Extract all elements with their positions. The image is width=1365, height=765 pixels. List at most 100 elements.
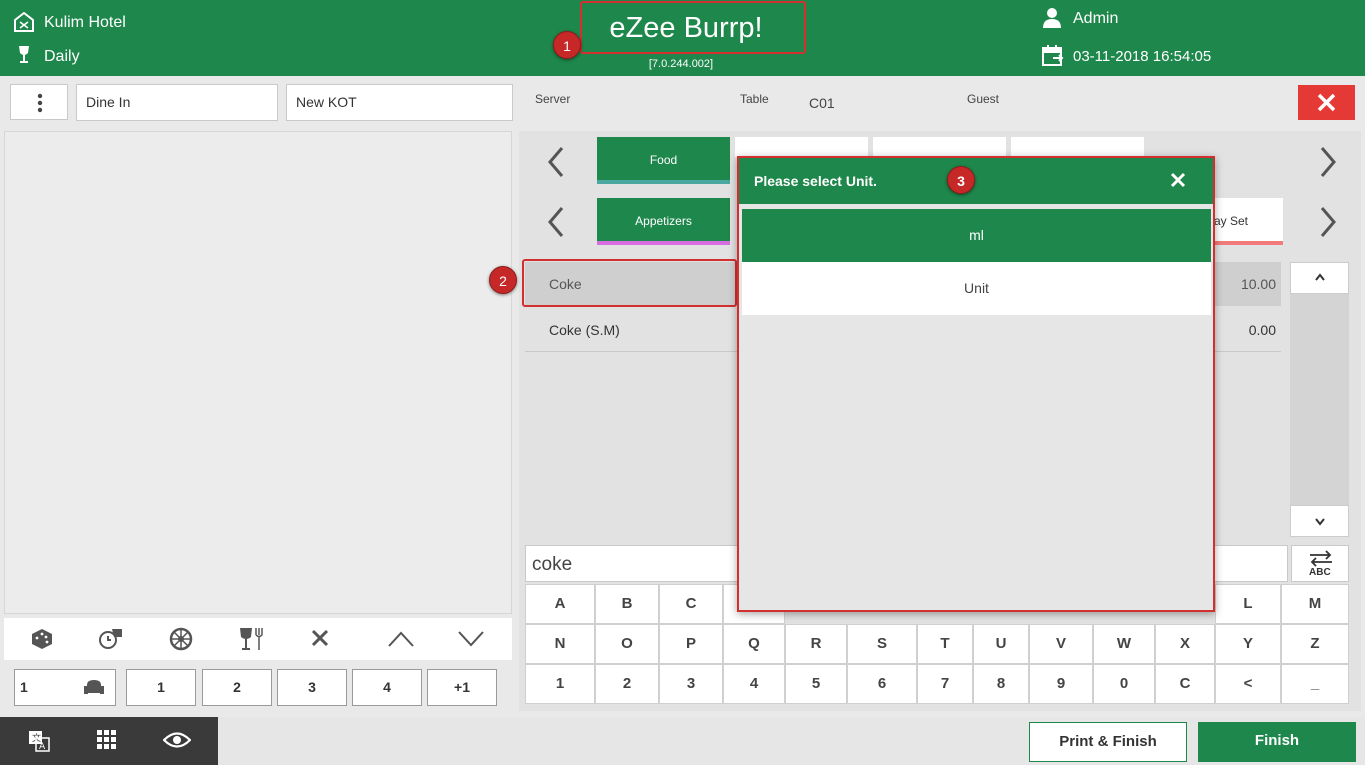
guest-count-plus-button[interactable]: +1 xyxy=(427,669,497,706)
guest-count-button[interactable]: 4 xyxy=(352,669,422,706)
category-tab[interactable] xyxy=(1011,137,1144,157)
subcategory-label: Appetizers xyxy=(635,214,692,228)
chevron-left-icon xyxy=(548,207,564,237)
item-name: Coke (S.M) xyxy=(549,322,620,338)
footer-actions: Print & Finish Finish xyxy=(218,717,1365,765)
period-label: Daily xyxy=(44,48,80,65)
category-prev-arrow[interactable] xyxy=(540,140,574,184)
chevron-up-icon[interactable] xyxy=(387,630,415,653)
key[interactable]: V xyxy=(1029,624,1093,664)
key[interactable]: O xyxy=(595,624,659,664)
key[interactable]: M xyxy=(1281,584,1349,624)
seat-number: 1 xyxy=(20,679,28,695)
key[interactable]: N xyxy=(525,624,595,664)
wheel-icon[interactable] xyxy=(169,627,193,656)
swap-arrows-icon xyxy=(1310,550,1332,567)
guest-count-button[interactable]: 1 xyxy=(126,669,196,706)
item-price: 10.00 xyxy=(1240,276,1276,292)
print-finish-button[interactable]: Print & Finish xyxy=(1029,722,1187,762)
unit-option-unit[interactable]: Unit xyxy=(742,262,1211,315)
key[interactable]: Z xyxy=(1281,624,1349,664)
key[interactable]: A xyxy=(525,584,595,624)
keyboard-toggle-button[interactable]: ABC xyxy=(1291,545,1349,582)
subcategory-next-arrow[interactable] xyxy=(1310,200,1344,244)
chevron-left-icon xyxy=(548,147,564,177)
subcategory-tab-partial[interactable]: ay Set xyxy=(1210,198,1283,245)
wine-glass-icon xyxy=(16,45,32,70)
key[interactable]: X xyxy=(1155,624,1215,664)
wine-fork-icon[interactable] xyxy=(238,626,264,657)
more-menu-button[interactable] xyxy=(10,84,68,120)
keyboard-row: N O P Q R S T U V W X Y Z xyxy=(525,624,1349,664)
chevron-up-icon xyxy=(1315,273,1325,281)
close-icon xyxy=(1317,93,1336,112)
callout-1: 1 xyxy=(553,31,581,59)
key[interactable]: 7 xyxy=(917,664,973,704)
delete-item-icon[interactable] xyxy=(310,628,330,653)
category-tab[interactable] xyxy=(873,137,1006,157)
key[interactable]: U xyxy=(973,624,1029,664)
key[interactable]: 6 xyxy=(847,664,917,704)
chevron-right-icon xyxy=(1320,207,1336,237)
category-tab[interactable] xyxy=(735,137,868,157)
key[interactable]: 2 xyxy=(595,664,659,704)
key[interactable]: R xyxy=(785,624,847,664)
subcategory-tab-appetizers[interactable]: Appetizers xyxy=(597,198,730,245)
key[interactable]: W xyxy=(1093,624,1155,664)
key[interactable]: 9 xyxy=(1029,664,1093,704)
unit-option-ml[interactable]: ml xyxy=(742,209,1211,262)
chevron-right-icon xyxy=(1320,147,1336,177)
item-scrollbar[interactable] xyxy=(1290,262,1349,537)
translate-icon[interactable]: 文A xyxy=(28,730,50,757)
close-order-button[interactable] xyxy=(1298,85,1355,120)
guest-count-button[interactable]: 3 xyxy=(277,669,347,706)
key[interactable]: C xyxy=(1155,664,1215,704)
seat-button-1[interactable]: 1 xyxy=(14,669,116,706)
kot-field[interactable]: New KOT xyxy=(286,84,513,121)
timer-icon[interactable] xyxy=(98,627,124,656)
dialog-close-button[interactable] xyxy=(1167,169,1189,191)
key[interactable]: B xyxy=(595,584,659,624)
grid-menu-icon[interactable] xyxy=(97,730,117,755)
chevron-down-icon[interactable] xyxy=(457,630,485,653)
guest-count-button[interactable]: 2 xyxy=(202,669,272,706)
key[interactable]: P xyxy=(659,624,723,664)
item-price: 0.00 xyxy=(1248,322,1276,338)
server-label: Server xyxy=(535,92,571,106)
key[interactable]: Q xyxy=(723,624,785,664)
order-items-panel xyxy=(4,131,512,614)
category-tab-food[interactable]: Food xyxy=(597,137,730,184)
category-next-arrow[interactable] xyxy=(1310,140,1344,184)
close-icon xyxy=(1170,172,1186,188)
table-value[interactable]: C01 xyxy=(809,95,835,111)
user-icon xyxy=(1043,7,1061,34)
scroll-down-button[interactable] xyxy=(1290,505,1349,537)
key[interactable]: L xyxy=(1215,584,1281,624)
order-action-bar xyxy=(4,618,512,660)
key[interactable]: 8 xyxy=(973,664,1029,704)
key[interactable]: Y xyxy=(1215,624,1281,664)
hotel-icon xyxy=(13,11,35,38)
key[interactable]: S xyxy=(847,624,917,664)
key[interactable]: 4 xyxy=(723,664,785,704)
finish-button[interactable]: Finish xyxy=(1198,722,1356,762)
app-title: eZee Burrp! xyxy=(609,12,763,44)
dialog-title: Please select Unit. xyxy=(754,173,877,189)
sofa-icon xyxy=(84,680,104,694)
subcategory-prev-arrow[interactable] xyxy=(540,200,574,244)
order-type-field[interactable]: Dine In xyxy=(76,84,278,121)
eye-icon[interactable] xyxy=(162,731,192,754)
key[interactable]: 0 xyxy=(1093,664,1155,704)
key[interactable]: 5 xyxy=(785,664,847,704)
key[interactable]: C xyxy=(659,584,723,624)
key[interactable]: 1 xyxy=(525,664,595,704)
key[interactable]: _ xyxy=(1281,664,1349,704)
dice-icon[interactable] xyxy=(30,627,54,656)
scroll-up-button[interactable] xyxy=(1290,262,1349,294)
category-label: Food xyxy=(649,153,678,167)
guest-label: Guest xyxy=(967,92,1000,106)
key[interactable]: 3 xyxy=(659,664,723,704)
key[interactable]: T xyxy=(917,624,973,664)
dialog-header: Please select Unit. 3 xyxy=(739,158,1213,204)
key[interactable]: < xyxy=(1215,664,1281,704)
